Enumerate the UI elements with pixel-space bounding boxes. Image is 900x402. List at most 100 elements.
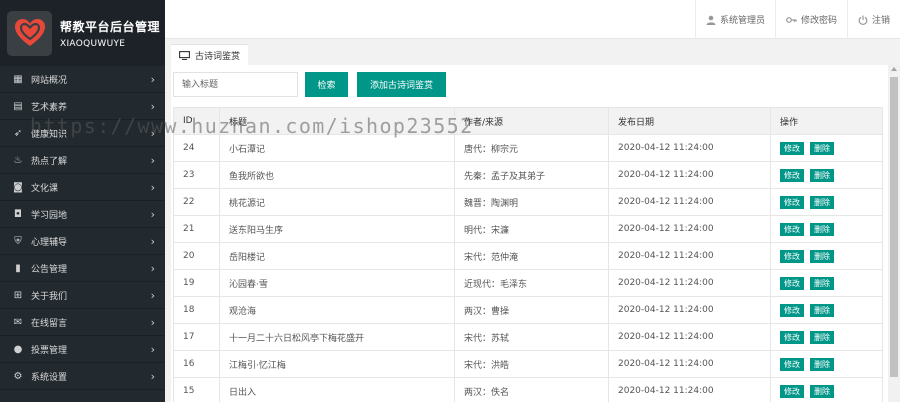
cell-title: 岳阳楼记 (219, 242, 455, 270)
cell-id: 23 (173, 161, 220, 189)
column-header-actions: 操作 (770, 107, 883, 135)
sidebar-item-health[interactable]: ➶ 健康知识 › (0, 120, 165, 147)
user-icon (706, 15, 716, 25)
sidebar-item-label: 艺术素养 (31, 102, 68, 113)
table-row: 22 桃花源记 魏晋：陶渊明 2020-04-12 11:24:00 修改 删除 (173, 188, 883, 216)
sidebar-item-culture[interactable]: ◙ 文化课 › (0, 174, 165, 201)
edit-button[interactable]: 修改 (780, 330, 804, 344)
cell-id: 21 (173, 215, 220, 243)
gear-icon: ⚙ (13, 370, 23, 382)
table-row: 24 小石潭记 唐代：柳宗元 2020-04-12 11:24:00 修改 删除 (173, 134, 883, 162)
cell-date: 2020-04-12 11:24:00 (608, 242, 771, 270)
edit-button[interactable]: 修改 (780, 357, 804, 371)
edit-button[interactable]: 修改 (780, 249, 804, 263)
cell-title: 送东阳马生序 (219, 215, 455, 243)
fire-icon: ♨ (13, 154, 23, 166)
column-header-date: 发布日期 (608, 107, 771, 135)
delete-button[interactable]: 删除 (810, 330, 834, 344)
cell-id: 24 (173, 134, 220, 162)
sidebar-item-hotspot[interactable]: ♨ 热点了解 › (0, 147, 165, 174)
sidebar-item-label: 系统设置 (31, 372, 68, 383)
delete-button[interactable]: 删除 (810, 303, 834, 317)
logout-label: 注销 (871, 16, 890, 26)
column-header-title: 标题 (219, 107, 455, 135)
cell-id: 19 (173, 269, 220, 297)
tab-bar: 古诗词鉴赏 (165, 39, 900, 65)
chevron-right-icon: › (150, 207, 155, 221)
sidebar-item-announcement[interactable]: ▮ 公告管理 › (0, 255, 165, 282)
tab-label: 古诗词鉴赏 (195, 51, 241, 62)
table-row: 17 十一月二十六日松风亭下梅花盛开 宋代：苏轼 2020-04-12 11:2… (173, 323, 883, 351)
delete-button[interactable]: 删除 (810, 276, 834, 290)
scroll-thumb[interactable] (890, 77, 898, 377)
cell-title: 沁园春·雪 (219, 269, 455, 297)
edit-button[interactable]: 修改 (780, 222, 804, 236)
delete-button[interactable]: 删除 (810, 168, 834, 182)
delete-button[interactable]: 删除 (810, 249, 834, 263)
admin-user-link[interactable]: 系统管理员 (694, 0, 775, 39)
top-header: 系统管理员 修改密码 注销 (165, 0, 900, 39)
chevron-right-icon: › (150, 99, 155, 113)
message-icon: ✉ (13, 316, 23, 328)
delete-button[interactable]: 删除 (810, 141, 834, 155)
cell-date: 2020-04-12 11:24:00 (608, 134, 771, 162)
cell-author: 宋代：苏轼 (454, 323, 609, 351)
admin-label: 系统管理员 (719, 16, 765, 26)
cell-actions: 修改 删除 (770, 161, 883, 189)
sidebar-item-vote[interactable]: ● 投票管理 › (0, 336, 165, 363)
cell-id: 16 (173, 350, 220, 378)
logout-link[interactable]: 注销 (846, 0, 900, 39)
edit-button[interactable]: 修改 (780, 195, 804, 209)
delete-button[interactable]: 删除 (810, 384, 834, 398)
chevron-right-icon: › (150, 153, 155, 167)
table-row: 16 江梅引·忆江梅 宋代：洪皓 2020-04-12 11:24:00 修改删… (173, 350, 883, 378)
cell-id: 20 (173, 242, 220, 270)
cell-actions: 修改 删除 (770, 242, 883, 270)
edit-button[interactable]: 修改 (780, 141, 804, 155)
edit-button[interactable]: 修改 (780, 384, 804, 398)
cell-author: 宋代：洪皓 (454, 350, 609, 378)
sidebar-item-psychology[interactable]: ⛨ 心理辅导 › (0, 228, 165, 255)
cell-actions: 修改 删除 (770, 377, 883, 402)
cell-actions: 修改 删除 (770, 188, 883, 216)
power-icon (858, 15, 868, 25)
tab-poetry[interactable]: 古诗词鉴赏 (171, 44, 249, 65)
edit-button[interactable]: 修改 (780, 303, 804, 317)
chevron-right-icon: › (150, 342, 155, 356)
search-input[interactable] (173, 72, 298, 97)
sidebar-item-overview[interactable]: ▦ 网站概况 › (0, 66, 165, 93)
cell-date: 2020-04-12 11:24:00 (608, 377, 771, 402)
brand: 帮教平台后台管理 XIAOQUWUYE (0, 0, 165, 66)
table-row: 19 沁园春·雪 近现代：毛泽东 2020-04-12 11:24:00 修改删… (173, 269, 883, 297)
edit-button[interactable]: 修改 (780, 276, 804, 290)
cell-author: 唐代：柳宗元 (454, 134, 609, 162)
sidebar-item-art[interactable]: ▤ 艺术素养 › (0, 93, 165, 120)
vertical-scrollbar[interactable] (888, 65, 900, 402)
cell-actions: 修改 删除 (770, 350, 883, 378)
search-button[interactable]: 检索 (305, 72, 348, 97)
bag-icon: ◙ (13, 181, 23, 193)
sidebar-item-settings[interactable]: ⚙ 系统设置 › (0, 363, 165, 390)
cell-author: 两汉：佚名 (454, 377, 609, 402)
sidebar-item-messages[interactable]: ✉ 在线留言 › (0, 309, 165, 336)
sidebar-item-label: 健康知识 (31, 129, 68, 140)
delete-button[interactable]: 删除 (810, 357, 834, 371)
sidebar-item-about[interactable]: ⊞ 关于我们 › (0, 282, 165, 309)
sidebar-item-label: 在线留言 (31, 318, 68, 329)
shopping-bag-icon: ◘ (14, 208, 22, 220)
change-password-link[interactable]: 修改密码 (774, 0, 847, 39)
table-header-row: ID 标题 作者/来源 发布日期 操作 (173, 107, 883, 135)
sidebar-item-study[interactable]: ◘ 学习园地 › (0, 201, 165, 228)
delete-button[interactable]: 删除 (810, 222, 834, 236)
sidebar-item-label: 网站概况 (31, 75, 68, 86)
edit-button[interactable]: 修改 (780, 168, 804, 182)
delete-button[interactable]: 删除 (810, 195, 834, 209)
table-row: 23 鱼我所欲也 先秦：孟子及其弟子 2020-04-12 11:24:00 修… (173, 161, 883, 189)
table-row: 20 岳阳楼记 宋代：范仲淹 2020-04-12 11:24:00 修改 删除 (173, 242, 883, 270)
scroll-up-arrow-icon[interactable] (891, 67, 897, 71)
column-header-author: 作者/来源 (454, 107, 609, 135)
cell-title: 观沧海 (219, 296, 455, 324)
add-poem-button[interactable]: 添加古诗词鉴赏 (357, 72, 446, 97)
chevron-right-icon: › (150, 369, 155, 383)
rocket-icon: ➶ (13, 127, 23, 139)
